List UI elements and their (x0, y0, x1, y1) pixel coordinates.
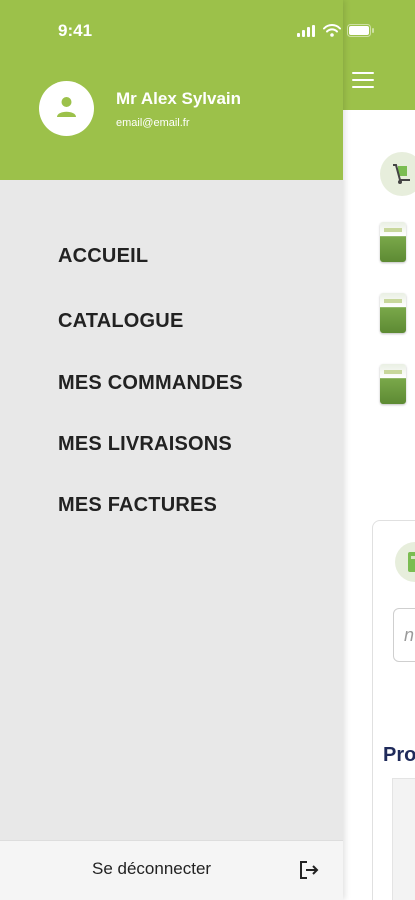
logout-icon (300, 861, 319, 879)
input-placeholder: n (404, 625, 415, 645)
product-image[interactable] (380, 222, 406, 262)
user-email: email@email.fr (116, 117, 190, 129)
section-content (392, 778, 415, 900)
menu-item-mes-factures[interactable]: MES FACTURES (58, 494, 217, 517)
menu-item-catalogue[interactable]: CATALOGUE (58, 310, 184, 333)
menu-item-accueil[interactable]: ACCUEIL (58, 245, 148, 268)
navigation-drawer: Mr Alex Sylvain email@email.fr ACCUEIL C… (0, 0, 343, 900)
signal-icon (297, 24, 315, 37)
logout-label: Se déconnecter (92, 859, 212, 878)
wifi-icon (323, 24, 341, 37)
status-bar: 9:41 (0, 0, 415, 60)
section-title: Pro (383, 744, 415, 766)
menu-item-mes-livraisons[interactable]: MES LIVRAISONS (58, 433, 232, 456)
menu-item-mes-commandes[interactable]: MES COMMANDES (58, 372, 243, 395)
person-icon (57, 97, 76, 117)
battery-icon (347, 24, 374, 37)
status-time: 9:41 (58, 21, 93, 40)
user-name: Mr Alex Sylvain (116, 89, 242, 108)
card-input-field[interactable]: n (393, 608, 415, 662)
status-icons (297, 24, 375, 37)
hamburger-menu-icon[interactable] (352, 72, 374, 90)
product-image[interactable] (380, 293, 406, 333)
avatar[interactable] (39, 81, 94, 136)
logout-button[interactable]: Se déconnecter (0, 840, 343, 900)
product-image[interactable] (380, 364, 406, 404)
